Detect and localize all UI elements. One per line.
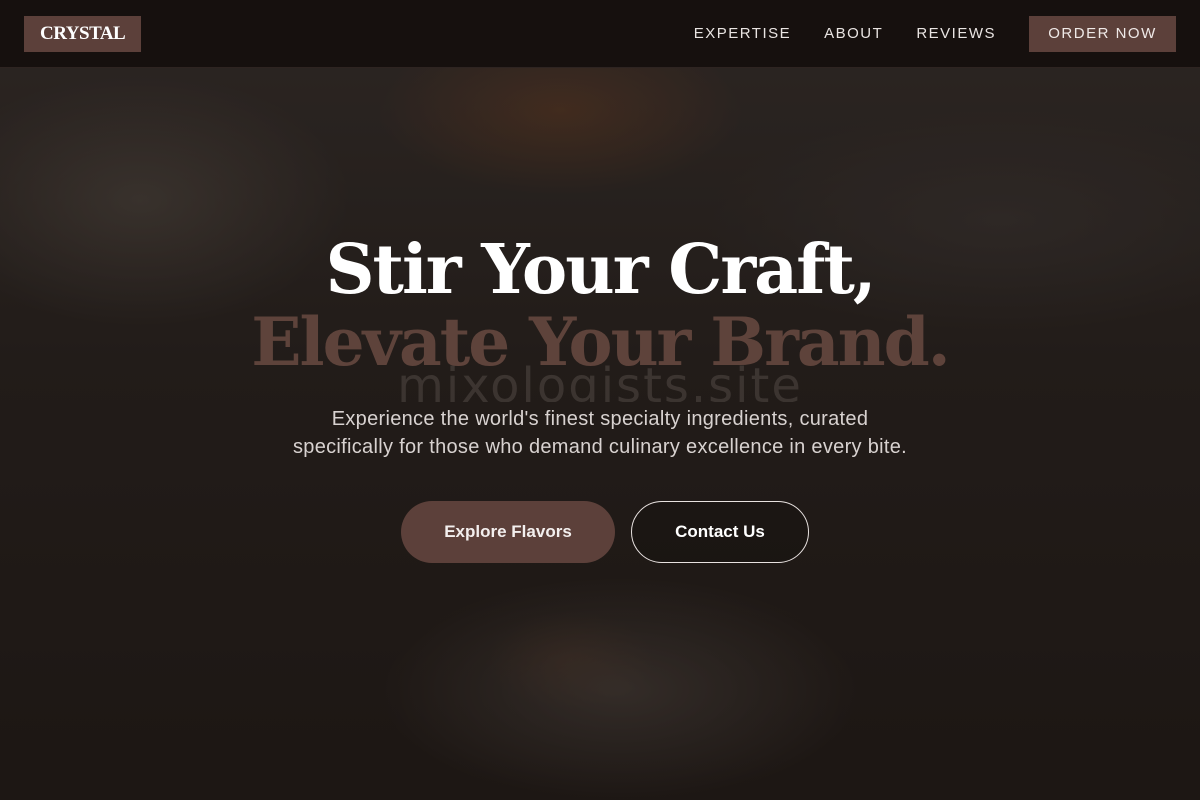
contact-us-button[interactable]: Contact Us [631, 501, 809, 563]
explore-flavors-button[interactable]: Explore Flavors [401, 501, 615, 563]
cta-row: Explore Flavors Contact Us [0, 501, 1200, 563]
headline-line-2: Elevate Your Brand. [251, 303, 951, 381]
logo[interactable]: CRYSTAL [24, 15, 142, 52]
nav-link-expertise[interactable]: EXPERTISE [694, 25, 791, 42]
nav-link-reviews[interactable]: REVIEWS [916, 25, 996, 42]
hero-subtitle: Experience the world's finest specialty … [0, 405, 1200, 461]
nav-link-about[interactable]: ABOUT [824, 25, 883, 42]
subtitle-line-1: Experience the world's finest specialty … [331, 408, 869, 430]
headline-line-1: Stir Your Craft, [325, 230, 876, 310]
navbar: CRYSTAL EXPERTISE ABOUT REVIEWS ORDER NO… [0, 0, 1200, 68]
hero-headline: Stir Your Craft, Elevate Your Brand. [0, 230, 1200, 380]
subtitle-line-2: specifically for those who demand culina… [292, 436, 908, 458]
order-now-button[interactable]: ORDER NOW [1029, 15, 1176, 52]
nav-menu: EXPERTISE ABOUT REVIEWS ORDER NOW [694, 15, 1176, 52]
